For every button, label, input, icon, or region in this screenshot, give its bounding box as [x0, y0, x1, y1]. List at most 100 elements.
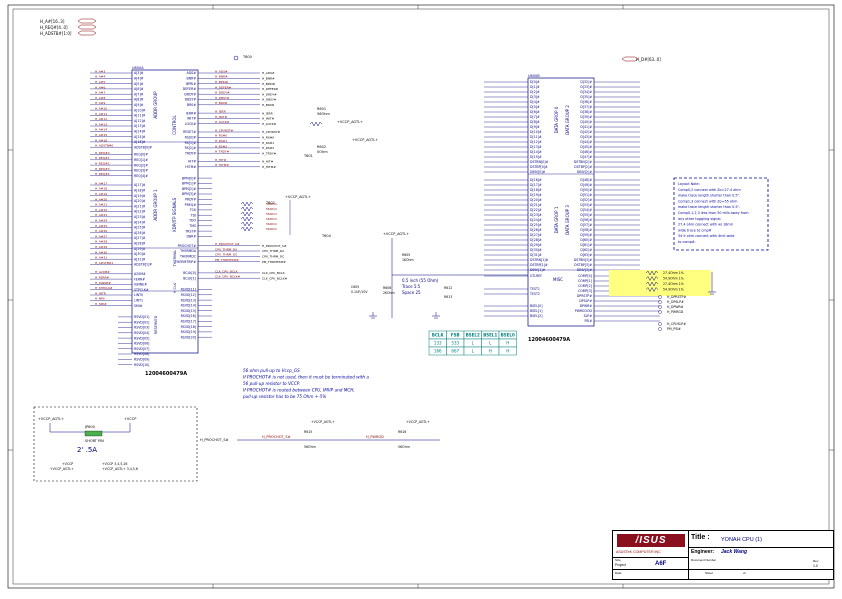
cpu-a-left-net: H_A#15 [95, 133, 107, 137]
cpu-a-right-net: H_RS#2 [215, 144, 227, 148]
cpu-b-pin: D[31]# [530, 253, 542, 257]
cpu-a-right-net: CLK_CPU_BCLK# [215, 275, 241, 279]
cpu-a-right-pin: BR0# [187, 103, 196, 107]
cpu-a-left-net: H_A#3 [95, 69, 105, 73]
bsel-header: BSEL2 [466, 333, 480, 338]
cpu-a-left-net: H_ADSTB#0 [95, 144, 113, 148]
cpu-b-pin: D[38]# [580, 110, 592, 114]
comp-resistors: 27.4Ohm 1%54.9Ohm 1%27.4Ohm 1%54.9Ohm 1% [609, 270, 716, 296]
layout-note-line: make trace length shorter than 0.5". [678, 194, 740, 198]
r612-ref: R612 [444, 286, 452, 290]
cpu-b-pin: D[55]# [580, 213, 592, 217]
cpu-a-left-net: H_A#7 [95, 91, 105, 95]
cpu-a-right-net: H_DBSY# [215, 96, 230, 100]
cpu-a-left-net: H_IGNNE# [95, 281, 111, 285]
svg-text:2' .5A: 2' .5A [77, 446, 97, 454]
cpu-a-left-pin: RSVD[09] [134, 358, 149, 362]
of-label: of [743, 571, 746, 575]
cpu-a-right-pin: RSVD[13] [181, 298, 196, 302]
layout-note-line: Comp0,2 connect with Zo=27.4 ohm [678, 188, 741, 192]
cpu-a-left-net: H_A#10 [95, 107, 107, 111]
cpu-a-right-net-ref: H_TRDY# [262, 151, 277, 155]
cpu-a-left-net: H_A#30 [95, 250, 107, 254]
cpu-a-left-net: H_A#9 [95, 101, 105, 105]
cpu-b-pin: D[15]# [530, 155, 542, 159]
cpu-a-right-net-ref: H_BPRI# [262, 82, 276, 86]
pullup-resistor [240, 226, 254, 232]
cpu-a-right-net: CPU_THRM_DA [215, 247, 238, 251]
cpu-a-left-pin: A[15]# [134, 135, 146, 139]
cpu-b-misc-pin: COMP[1] [578, 279, 592, 283]
cpu-a-right-net-ref: H_ADS# [262, 71, 275, 75]
cpu-b-pin: D[2]# [530, 90, 540, 94]
r605-ref: R605 [402, 253, 410, 257]
cpu-a-group-thermal: THERMAL [173, 250, 177, 268]
cpu-a-right-pin: RSVD[18] [181, 325, 196, 329]
cpu-b-misc-pin: DPSLP# [579, 299, 592, 303]
bsel-table: BCLK FSB BSEL2 BSEL1 BSEL0133 533 L L H166 667 L H H [428, 330, 517, 356]
pullup-resistor [240, 211, 254, 217]
cpu-a-left-net: H_A#29 [95, 245, 107, 249]
cpu-a-left-pin: RSVD[06] [134, 342, 149, 346]
pullup-note-line: If PROCHOT# is routed between CPU, IMVP … [243, 388, 355, 393]
cpu-b-group0: DATA GROP 0 [554, 106, 559, 133]
cpu-a-group-xdp: XDP/ITP SIGNALS [172, 197, 177, 232]
cpu-a-right-net: PM_THRMTRIP# [215, 258, 239, 262]
c605-ref: C605 [351, 285, 359, 289]
right-ctrl-net: H_CPUSLP# [667, 322, 686, 326]
r602-val: 0Ohm [317, 150, 328, 154]
cpu-a-left-pin: RSVD[02] [134, 320, 149, 324]
cpu-a-left-net: H_REQ#0 [95, 151, 110, 155]
cpu-a-left-net: H_A#14 [95, 128, 107, 132]
cpu-b-pin: DSTBN[3]# [574, 258, 593, 262]
cpu-b-pin: D[16]# [530, 178, 542, 182]
gtl-note-2: Space 25 [402, 290, 421, 295]
cpu-a-left-net: H_A#27 [95, 234, 107, 238]
cpu-a-right-pin: RSVD[17] [181, 320, 196, 324]
cpu-a-right-net: H_LOCK# [215, 120, 230, 124]
cpu-b-pin: DINV[1]# [530, 268, 545, 272]
cpu-a-right-net: H_TRDY# [215, 150, 230, 154]
cpu-b-pin: D[20]# [530, 198, 542, 202]
cpu-a-right-pin: DBR# [186, 235, 196, 239]
cpu-a-left-pin: A[10]# [134, 108, 146, 112]
cpu-a-right-net: H_DEFER# [215, 85, 232, 89]
cpu-a-left-pin: ADSTB[1]# [134, 263, 152, 267]
cpu-part-a: U600A A[3]# H_A#3 A[4]# H_A#4 A[5]# H_A#5 A[6]… [90, 66, 288, 377]
cpu-b-pin: D[34]# [580, 90, 592, 94]
pb-ref: JP600 [84, 425, 95, 429]
cpu-a-right-net-ref: H_DEFER# [262, 87, 279, 91]
r606-val: 2KOhm [383, 291, 395, 295]
cpu-a-left-pin: A[19]# [134, 194, 146, 198]
cpu-a-left-pin: STPCLK# [134, 288, 149, 292]
cpu-b-group1: DATA GROP 1 [554, 206, 559, 233]
cpu-a-left-pins: A[3]# H_A#3 A[4]# H_A#4 A[5]# H_A#5 A[6]# H_A#6… [90, 69, 152, 367]
cpu-a-right-pin: TCK [189, 208, 197, 212]
cpu-b-pin: D[29]# [530, 243, 542, 247]
cpu-a-left-pin: IGNNE# [134, 283, 147, 287]
cpu-a-right-net: H_INIT# [215, 115, 228, 119]
cpu-a-right-pin: THERMDC [179, 255, 197, 259]
cpu-b-pin: D[14]# [530, 150, 542, 154]
cpu-a-right-pin: RESET# [183, 130, 196, 134]
bsel-value: 166 [434, 349, 442, 354]
rev-label: Rev [813, 559, 819, 563]
cpu-a-right-pin: INIT# [187, 117, 196, 121]
bottom-net-1: H_PROCHOT_S# [262, 435, 291, 439]
cpu-b-pin: D[61]# [580, 243, 592, 247]
cpu-b-pin: D[44]# [580, 140, 592, 144]
project-value: A6F [655, 561, 667, 567]
cpu-b-pin: D[3]# [530, 95, 540, 99]
cpu-a-right-net-ref: H_PROCHOT_S# [262, 244, 287, 248]
layout-note-line: Layout Note: [678, 182, 700, 186]
cpu-a-left-pin: A[20]# [134, 199, 146, 203]
cpu-a-right-pin: TMS [188, 224, 196, 228]
cpu-a-part: 12004600479A [145, 371, 187, 377]
cpu-a-left-net: H_A20M# [95, 270, 110, 274]
cpu-a-left-pin: A[13]# [134, 124, 146, 128]
cpu-b-pin: D[52]# [580, 198, 592, 202]
cpu-a-right-net: H_HIT# [215, 158, 227, 162]
cpu-b-pin: D[4]# [530, 100, 540, 104]
pb-value: SHORT PIN [85, 439, 104, 443]
cpu-a-left-net: H_A#16 [95, 138, 107, 142]
